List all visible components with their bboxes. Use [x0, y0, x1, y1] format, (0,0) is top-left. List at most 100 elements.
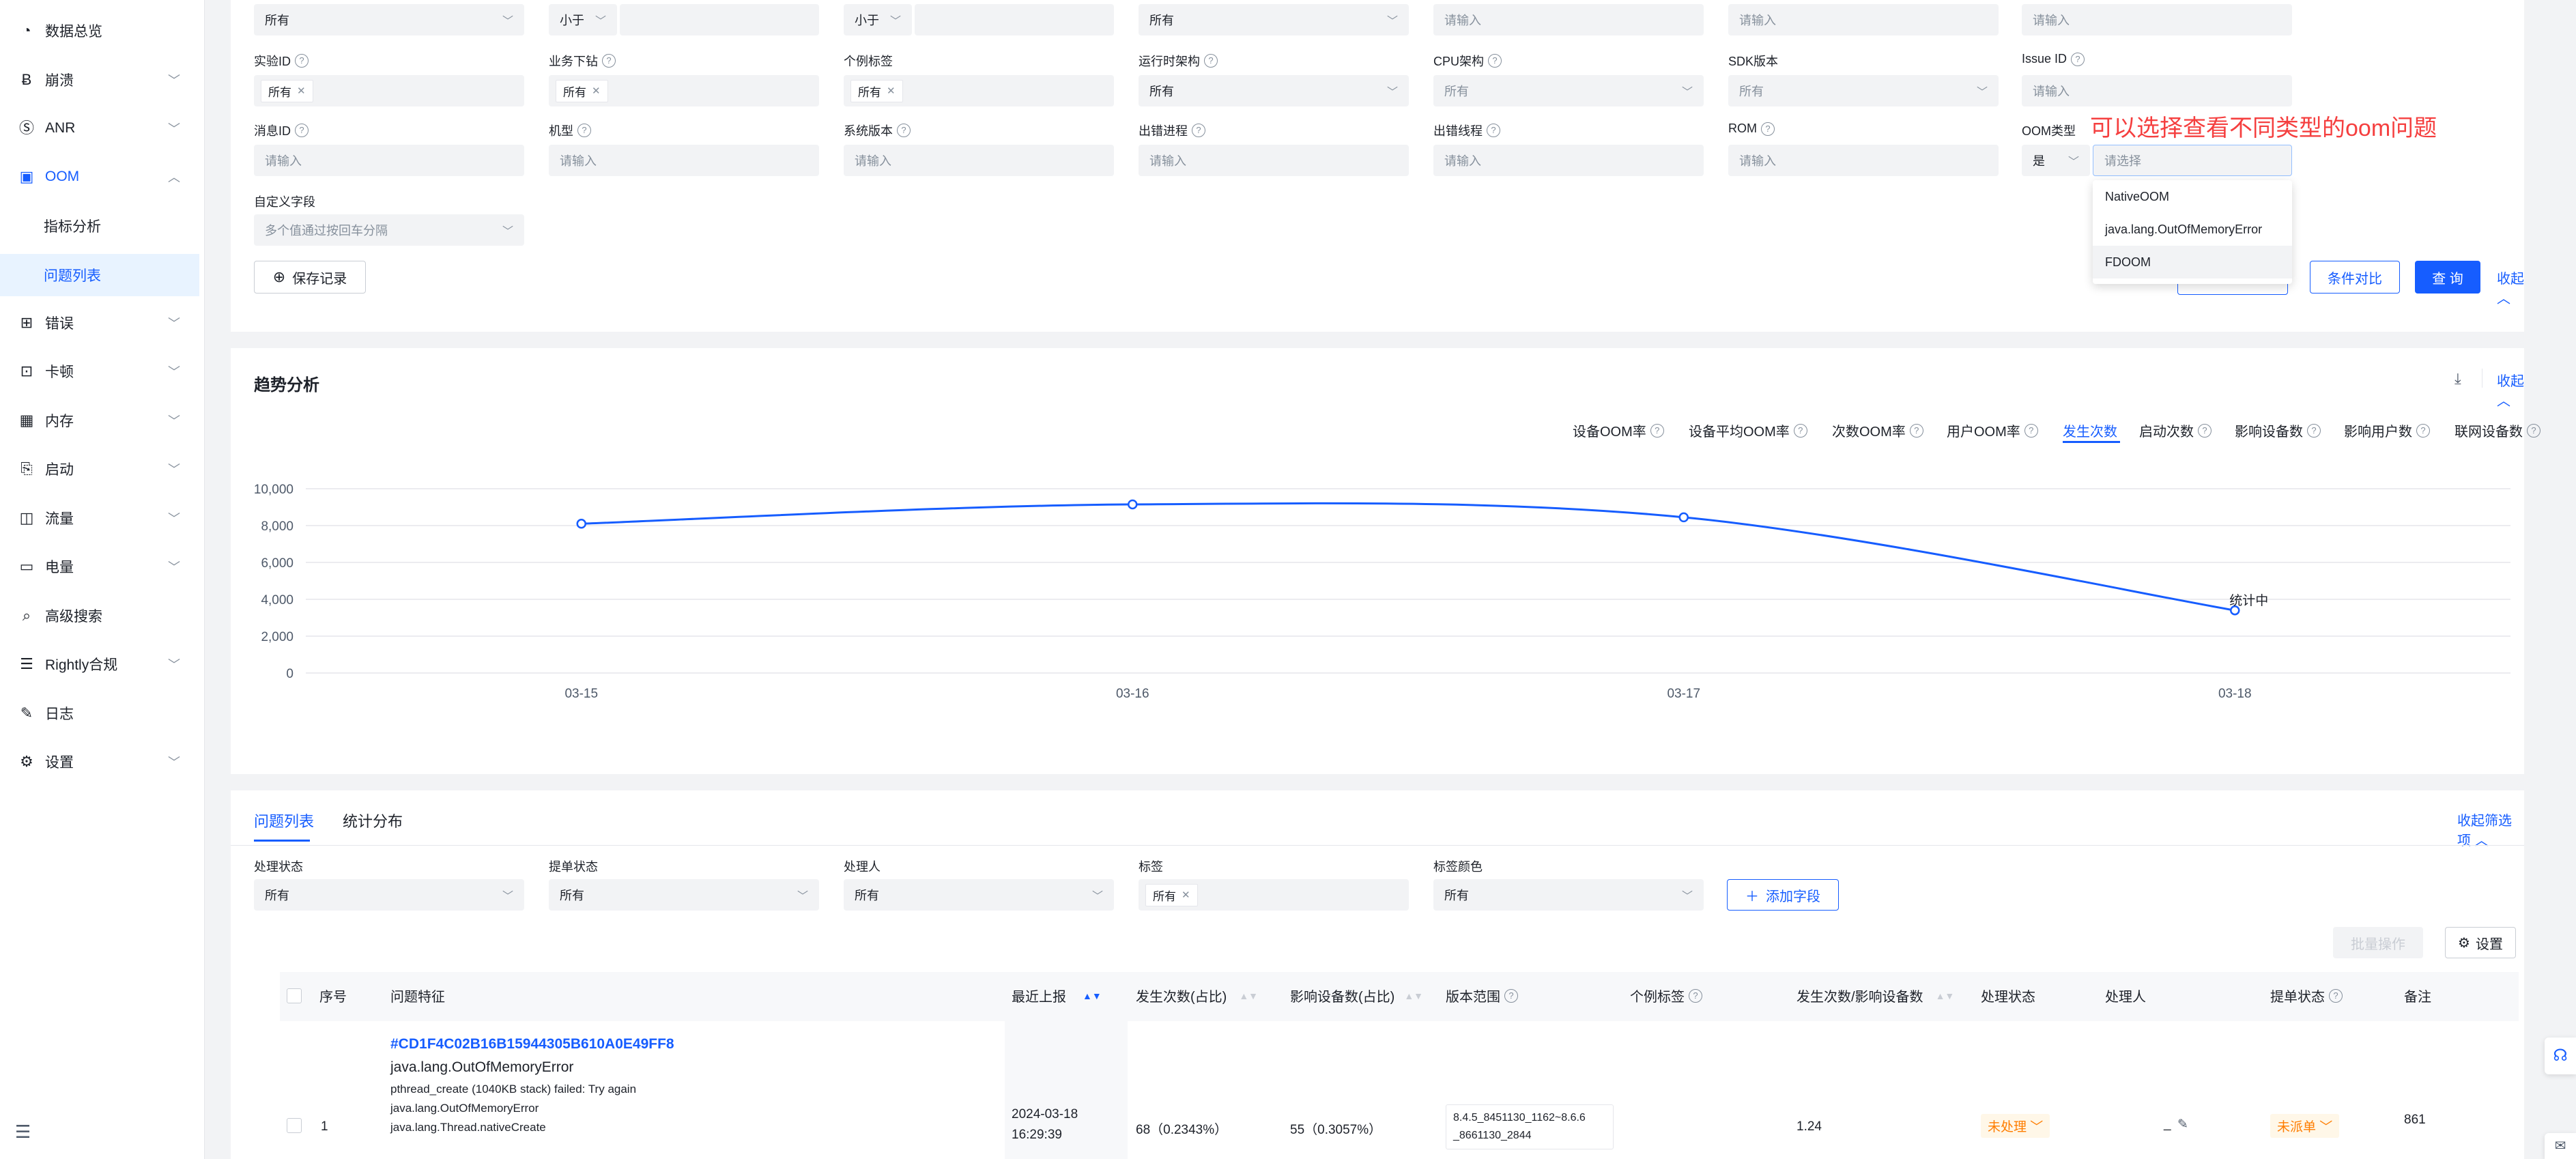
col-ratio[interactable]: 发生次数/影响设备数 ▲▼: [1797, 986, 1954, 1005]
active-tab-indicator: [2063, 441, 2120, 443]
nav-item-log[interactable]: ✎ 日志: [0, 692, 205, 734]
metric-tab-online-devices[interactable]: 联网设备数?: [2455, 420, 2541, 440]
collapse-filter-options-link[interactable]: 收起筛选项 ︿: [2457, 810, 2524, 849]
oom-type-operator[interactable]: 是 ﹀: [2022, 145, 2090, 176]
close-icon[interactable]: ✕: [592, 85, 601, 97]
metric-tab-affected-devices[interactable]: 影响设备数?: [2235, 420, 2321, 440]
edit-icon[interactable]: ✎: [2177, 1117, 2188, 1132]
metric-tab-affected-users[interactable]: 影响用户数?: [2344, 420, 2430, 440]
tag-select[interactable]: 所有 ✕: [1139, 879, 1409, 911]
filter-select[interactable]: 所有 ﹀: [254, 4, 524, 35]
cpu-arch-select[interactable]: 所有 ﹀: [1433, 75, 1704, 106]
tab-stat-distribution[interactable]: 统计分布: [343, 810, 403, 831]
error-process-input[interactable]: 请输入: [1139, 145, 1409, 176]
ticket-status-select[interactable]: 所有 ﹀: [549, 879, 819, 911]
select-all-checkbox[interactable]: [287, 988, 302, 1003]
nav-item-memory[interactable]: ▦ 内存 ﹀: [0, 399, 205, 442]
experiment-id-select[interactable]: 所有 ✕: [254, 75, 524, 106]
nav-sub-metrics[interactable]: 指标分析: [0, 205, 199, 247]
help-icon: ?: [897, 124, 911, 137]
nav-item-advanced-search[interactable]: ⌕ 高级搜索: [0, 595, 205, 637]
runtime-arch-select[interactable]: 所有 ﹀: [1139, 75, 1409, 106]
log-icon: ✎: [20, 704, 33, 721]
tag-color-select[interactable]: 所有 ﹀: [1433, 879, 1704, 911]
row-checkbox[interactable]: [287, 1118, 302, 1133]
chevron-down-icon: ﹀: [168, 317, 180, 330]
process-status-badge[interactable]: 未处理 ﹀: [1981, 1114, 2050, 1138]
nav-label: 内存: [45, 414, 74, 429]
operator-select[interactable]: 小于 ﹀: [844, 4, 912, 35]
collapse-trend-link[interactable]: 收起 ︿: [2497, 370, 2524, 410]
custom-field-select[interactable]: 多个值通过按回车分隔 ﹀: [254, 214, 524, 246]
query-button[interactable]: 查 询: [2415, 261, 2480, 294]
business-drill-select[interactable]: 所有 ✕: [549, 75, 819, 106]
case-tag-select[interactable]: 所有 ✕: [844, 75, 1114, 106]
operator-select[interactable]: 小于 ﹀: [549, 4, 617, 35]
nav-item-settings[interactable]: ⚙ 设置 ﹀: [0, 741, 205, 783]
chevron-down-icon: ﹀: [1681, 891, 1693, 902]
dropdown-option-native-oom[interactable]: NativeOOM: [2093, 180, 2292, 213]
nav-item-traffic[interactable]: ◫ 流量 ﹀: [0, 497, 205, 539]
nav-label: ANR: [45, 120, 76, 136]
nav-item-crash[interactable]: Ƀ 崩溃 ﹀: [0, 59, 205, 101]
filter-input[interactable]: 请输入: [1433, 4, 1704, 35]
oom-type-select[interactable]: 请选择: [2093, 145, 2292, 176]
batch-operation-button[interactable]: 批量操作: [2333, 927, 2423, 958]
save-record-button[interactable]: ⊕ 保存记录: [254, 261, 366, 294]
table-settings-button[interactable]: ⚙ 设置: [2445, 927, 2516, 958]
col-occurrences[interactable]: 发生次数(占比) ▲▼: [1136, 986, 1258, 1005]
nav-item-error[interactable]: ⊞ 错误 ﹀: [0, 302, 205, 344]
chevron-down-icon: ﹀: [1386, 87, 1398, 98]
ticket-status-badge[interactable]: 未派单 ﹀: [2270, 1114, 2340, 1138]
col-devices[interactable]: 影响设备数(占比) ▲▼: [1290, 986, 1423, 1005]
close-icon[interactable]: ✕: [1182, 889, 1190, 901]
dropdown-option-java-oom[interactable]: java.lang.OutOfMemoryError: [2093, 213, 2292, 246]
filter-number-input[interactable]: [620, 4, 819, 35]
filter-input[interactable]: 请输入: [2022, 4, 2292, 35]
nav-label: 日志: [45, 706, 74, 722]
chevron-down-icon: ﹀: [502, 16, 513, 27]
os-version-input[interactable]: 请输入: [844, 145, 1114, 176]
metric-tab-count-oom-rate[interactable]: 次数OOM率?: [1832, 420, 1923, 440]
error-thread-input[interactable]: 请输入: [1433, 145, 1704, 176]
add-field-button[interactable]: ＋添加字段: [1727, 879, 1839, 911]
dropdown-option-fd-oom[interactable]: FDOOM: [2093, 246, 2292, 278]
tab-issue-list[interactable]: 问题列表: [254, 810, 314, 831]
filter-input[interactable]: 请输入: [1728, 4, 1999, 35]
nav-item-overview[interactable]: ◔ 数据总览: [0, 10, 205, 52]
nav-item-anr[interactable]: Ⓢ ANR ﹀: [0, 107, 205, 149]
chevron-down-icon: ﹀: [502, 226, 513, 238]
nav-item-launch[interactable]: ⎘ 启动 ﹀: [0, 448, 205, 490]
metric-tab-device-oom-rate[interactable]: 设备OOM率?: [1573, 420, 1664, 440]
headset-icon[interactable]: ☊: [2545, 1038, 2576, 1074]
nav-item-battery[interactable]: ▭ 电量 ﹀: [0, 545, 205, 588]
help-icon: ?: [1504, 988, 1518, 1003]
download-icon[interactable]: ⤓: [2455, 370, 2461, 388]
nav-item-compliance[interactable]: ☰ Rightly合规 ﹀: [0, 643, 205, 685]
metric-tab-occurrences[interactable]: 发生次数: [2063, 420, 2117, 440]
message-id-input[interactable]: 请输入: [254, 145, 524, 176]
sdk-version-select[interactable]: 所有 ﹀: [1728, 75, 1999, 106]
filter-select[interactable]: 所有 ﹀: [1139, 4, 1409, 35]
feedback-icon[interactable]: ✉: [2545, 1133, 2576, 1159]
metric-tab-user-oom-rate[interactable]: 用户OOM率?: [1947, 420, 2038, 440]
sidebar-collapse-icon[interactable]: ☰: [15, 1121, 31, 1143]
filter-number-input[interactable]: [915, 4, 1114, 35]
issue-id-link[interactable]: #CD1F4C02B16B15944305B610A0E49FF8: [390, 1036, 674, 1053]
close-icon[interactable]: ✕: [297, 85, 306, 97]
close-icon[interactable]: ✕: [887, 85, 896, 97]
rom-input[interactable]: 请输入: [1728, 145, 1999, 176]
model-input[interactable]: 请输入: [549, 145, 819, 176]
nav-sub-issue-list[interactable]: 问题列表: [0, 254, 199, 296]
nav-item-lag[interactable]: ⊡ 卡顿 ﹀: [0, 350, 205, 392]
issue-id-input[interactable]: 请输入: [2022, 75, 2292, 106]
nav-item-oom[interactable]: ▣ OOM ︿: [0, 156, 205, 198]
collapse-filters-link[interactable]: 收起 ︿: [2497, 268, 2524, 307]
process-status-select[interactable]: 所有 ﹀: [254, 879, 524, 911]
chevron-down-icon: ﹀: [797, 891, 808, 902]
col-last-report[interactable]: 最近上报 ▲▼: [1012, 986, 1102, 1005]
metric-tab-launches[interactable]: 启动次数?: [2139, 420, 2212, 440]
compare-conditions-button[interactable]: 条件对比: [2310, 261, 2400, 294]
metric-tab-device-avg-oom-rate[interactable]: 设备平均OOM率?: [1689, 420, 1807, 440]
handler-select[interactable]: 所有 ﹀: [844, 879, 1114, 911]
